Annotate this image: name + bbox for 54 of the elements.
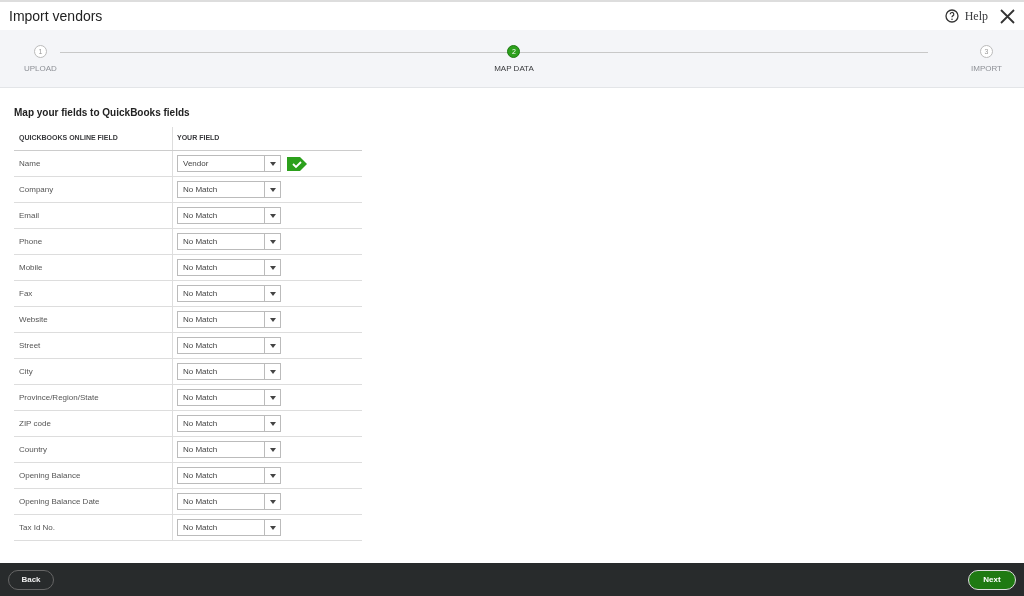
step-label: IMPORT xyxy=(971,64,1002,73)
field-label: Mobile xyxy=(19,263,43,272)
caret-icon xyxy=(269,525,276,530)
caret-icon xyxy=(269,265,276,270)
field-label: Email xyxy=(19,211,39,220)
field-label: Street xyxy=(19,341,41,350)
caret-icon xyxy=(269,343,276,348)
field-label: Province/Region/State xyxy=(19,393,99,402)
caret-icon xyxy=(269,421,276,426)
field-label: Phone xyxy=(19,237,43,246)
caret-icon xyxy=(269,317,276,322)
step-label: MAP DATA xyxy=(494,64,534,73)
field-label: Fax xyxy=(19,289,33,298)
field-label: Opening Balance Date xyxy=(19,497,100,506)
caret-icon xyxy=(269,291,276,296)
field-label: Country xyxy=(19,445,47,454)
field-label: ZIP code xyxy=(19,419,51,428)
window-title: Import vendors xyxy=(9,8,103,24)
field-dropdown[interactable]: No Match xyxy=(177,467,281,484)
field-label: Tax Id No. xyxy=(19,523,55,532)
field-dropdown[interactable]: No Match xyxy=(177,181,281,198)
close-icon[interactable] xyxy=(1000,8,1015,24)
caret-icon xyxy=(269,499,276,504)
field-dropdown[interactable]: No Match xyxy=(177,233,281,250)
step-label: UPLOAD xyxy=(24,64,57,73)
field-dropdown[interactable]: No Match xyxy=(177,519,281,536)
field-dropdown[interactable]: No Match xyxy=(177,389,281,406)
field-dropdown[interactable]: No Match xyxy=(177,415,281,432)
field-dropdown[interactable]: No Match xyxy=(177,285,281,302)
field-label: Company xyxy=(19,185,54,194)
field-dropdown[interactable]: No Match xyxy=(177,337,281,354)
caret-icon xyxy=(269,213,276,218)
help-icon[interactable] xyxy=(944,9,959,23)
caret-icon xyxy=(269,369,276,374)
caret-icon xyxy=(269,447,276,452)
field-label: City xyxy=(19,367,33,376)
section-heading: Map your fields to QuickBooks fields xyxy=(14,107,191,118)
caret-icon xyxy=(269,395,276,400)
next-button[interactable]: Next xyxy=(968,569,1016,590)
caret-icon xyxy=(269,239,276,244)
field-label: Name xyxy=(19,159,41,168)
caret-icon xyxy=(269,161,276,166)
help-link[interactable]: Help xyxy=(964,8,988,24)
field-label: Website xyxy=(19,315,48,324)
field-dropdown[interactable]: No Match xyxy=(177,493,281,510)
field-dropdown[interactable]: No Match xyxy=(177,207,281,224)
field-dropdown[interactable]: No Match xyxy=(177,259,281,276)
field-label: Opening Balance xyxy=(19,471,81,480)
field-dropdown[interactable]: Vendor xyxy=(177,155,281,172)
field-dropdown[interactable]: No Match xyxy=(177,311,281,328)
field-dropdown[interactable]: No Match xyxy=(177,441,281,458)
caret-icon xyxy=(269,187,276,192)
caret-icon xyxy=(269,473,276,478)
field-dropdown[interactable]: No Match xyxy=(177,363,281,380)
